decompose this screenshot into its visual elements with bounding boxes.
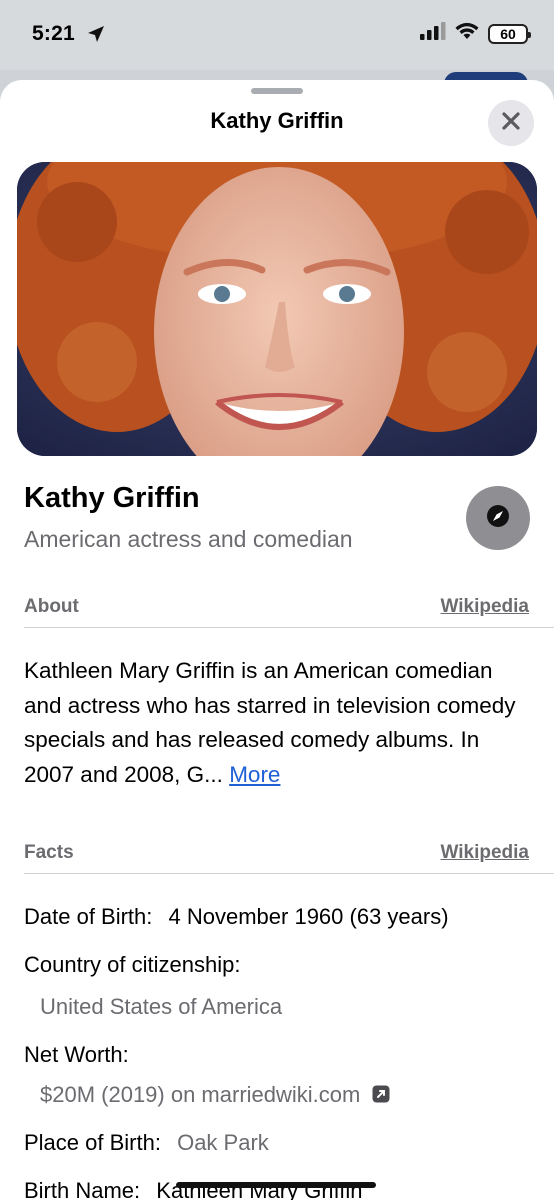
location-arrow-icon xyxy=(86,24,106,49)
facts-label: Facts xyxy=(24,842,74,863)
sheet-title: Kathy Griffin xyxy=(210,108,344,133)
fact-value[interactable]: Oak Park xyxy=(177,1130,269,1155)
fact-citizenship-label: Country of citizenship: xyxy=(24,952,241,977)
fact-citizenship-value[interactable]: United States of America xyxy=(40,994,282,1020)
more-link[interactable]: More xyxy=(229,762,280,787)
sheet-grabber[interactable] xyxy=(251,88,303,94)
battery-icon: 60 xyxy=(488,23,531,44)
about-text: Kathleen Mary Griffin is an American com… xyxy=(24,654,529,792)
about-label: About xyxy=(24,596,79,617)
about-section-header: About Wikipedia xyxy=(24,588,554,628)
close-icon xyxy=(501,111,521,136)
facts-section-header: Facts Wikipedia xyxy=(24,834,554,874)
status-bar: 5:21 60 xyxy=(0,0,554,96)
facts-wikipedia-link[interactable]: Wikipedia xyxy=(440,842,529,864)
entity-name: Kathy Griffin xyxy=(24,482,200,514)
compass-icon xyxy=(485,503,511,534)
entity-description: American actress and comedian xyxy=(24,526,353,552)
status-indicators: 60 xyxy=(420,22,531,45)
knowledge-sheet: Kathy Griffin Kathy Griffin American act… xyxy=(0,80,554,1200)
fact-label: Date of Birth: xyxy=(24,904,153,929)
fact-date-of-birth: Date of Birth: 4 November 1960 (63 years… xyxy=(24,904,449,930)
portrait-image[interactable] xyxy=(17,162,537,456)
close-button[interactable] xyxy=(488,100,534,146)
fact-place-of-birth: Place of Birth: Oak Park xyxy=(24,1130,269,1156)
about-wikipedia-link[interactable]: Wikipedia xyxy=(440,596,529,618)
open-in-safari-button[interactable] xyxy=(466,486,530,550)
home-indicator[interactable] xyxy=(176,1182,376,1188)
wifi-icon xyxy=(455,22,479,45)
fact-networth-value[interactable]: $20M (2019) on marriedwiki.com xyxy=(40,1082,390,1109)
external-link-icon xyxy=(372,1083,390,1109)
fact-label: Place of Birth: xyxy=(24,1130,161,1155)
fact-value: 4 November 1960 (63 years) xyxy=(168,904,449,929)
status-time: 5:21 xyxy=(32,22,75,45)
fact-networth-label: Net Worth: xyxy=(24,1042,129,1067)
fact-label: Birth Name: xyxy=(24,1178,141,1200)
networth-text: $20M (2019) on marriedwiki.com xyxy=(40,1082,361,1107)
signal-icon xyxy=(420,22,446,45)
